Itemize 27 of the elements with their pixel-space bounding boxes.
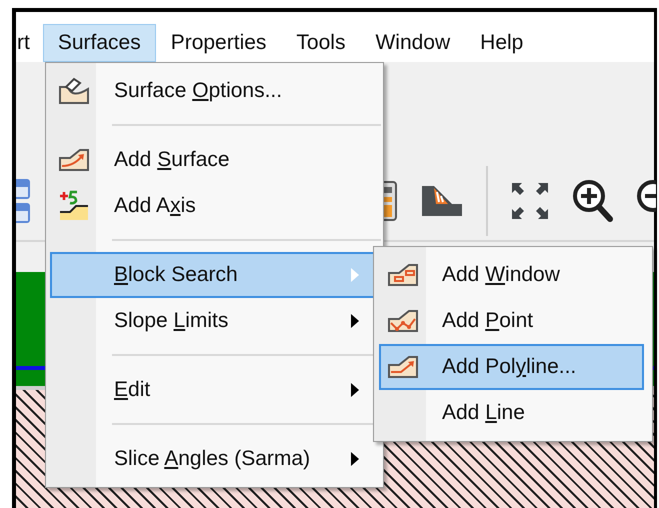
zoom-in-icon[interactable] xyxy=(572,179,614,223)
add-polyline-icon xyxy=(387,355,419,379)
menu-item[interactable]: Add Window xyxy=(379,252,644,298)
menu-bar-item[interactable]: rt xyxy=(16,24,43,62)
slope-icon[interactable] xyxy=(420,184,464,218)
menu-bar-item[interactable]: Tools xyxy=(281,24,360,62)
fit-view-icon[interactable] xyxy=(510,181,550,221)
add-point-icon xyxy=(387,309,419,333)
menu-item[interactable]: Edit xyxy=(50,367,375,413)
menu-bar-item[interactable]: Surfaces xyxy=(42,24,156,62)
menu-item[interactable]: Surface Options... xyxy=(50,68,375,114)
add-window-icon xyxy=(387,263,419,287)
menu-bar-item[interactable]: Window xyxy=(360,24,466,62)
menu-item[interactable]: Slope Limits xyxy=(50,298,375,344)
menu-bar-item[interactable]: Help xyxy=(465,24,538,62)
add-surface-icon xyxy=(58,148,90,172)
toolbar-icon[interactable] xyxy=(16,177,32,225)
surface-options-icon xyxy=(58,77,90,105)
menu-bar-item[interactable]: Properties xyxy=(156,24,282,62)
menu-item[interactable]: Slice Angles (Sarma) xyxy=(50,436,375,482)
menu-item[interactable]: Add Axis xyxy=(50,183,375,229)
menu-item[interactable]: Add Point xyxy=(379,298,644,344)
add-axis-icon xyxy=(58,190,90,222)
menu-item[interactable]: Block Search xyxy=(50,252,375,298)
menu-item[interactable]: Add Surface xyxy=(50,137,375,183)
menu-item[interactable]: Add Line xyxy=(379,390,644,436)
menu-item[interactable]: Add Polyline... xyxy=(379,344,644,390)
